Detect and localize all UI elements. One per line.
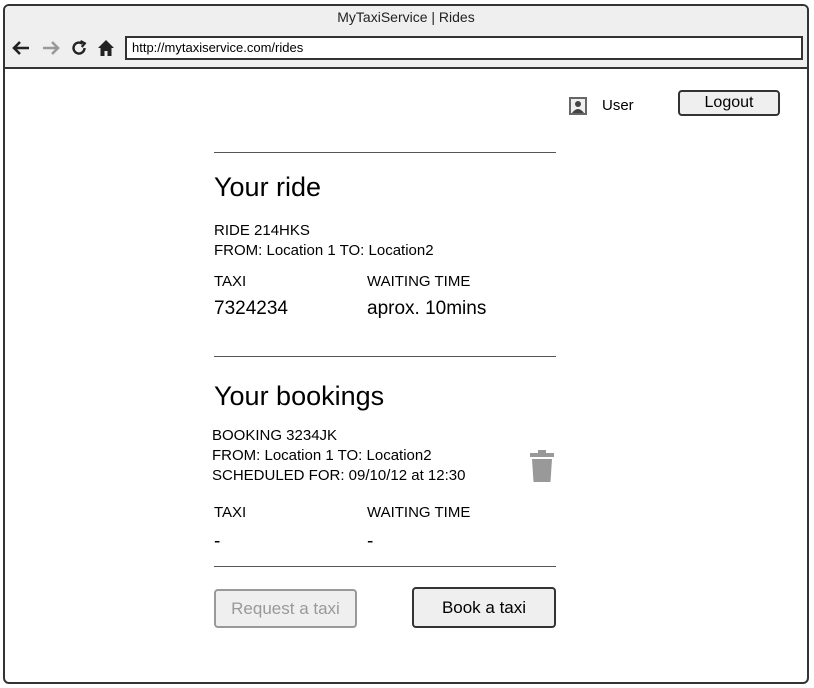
back-arrow-icon[interactable] xyxy=(11,38,31,58)
logout-button[interactable]: Logout xyxy=(678,90,780,116)
booking-scheduled: SCHEDULED FOR: 09/10/12 at 12:30 xyxy=(212,467,466,484)
ride-waiting-label: WAITING TIME xyxy=(367,273,471,290)
ride-code: RIDE 214HKS xyxy=(214,222,310,239)
booking-waiting-value: - xyxy=(367,531,374,552)
ride-waiting-value: aprox. 10mins xyxy=(367,298,487,319)
request-taxi-button[interactable]: Request a taxi xyxy=(214,589,357,628)
booking-taxi-label: TAXI xyxy=(214,504,247,521)
browser-chrome: MyTaxiService | Rides http://mytaxiservi… xyxy=(5,6,807,69)
divider xyxy=(214,356,556,357)
booking-code: BOOKING 3234JK xyxy=(212,427,338,444)
ride-taxi-value: 7324234 xyxy=(214,298,288,319)
page-content: User Logout Your ride RIDE 214HKS FROM: … xyxy=(5,69,807,682)
booking-route: FROM: Location 1 TO: Location2 xyxy=(212,447,432,464)
home-icon[interactable] xyxy=(96,38,116,58)
trash-icon[interactable] xyxy=(529,449,555,483)
user-label[interactable]: User xyxy=(602,97,634,114)
divider xyxy=(214,566,556,567)
reload-icon[interactable] xyxy=(69,38,89,58)
ride-heading: Your ride xyxy=(214,172,322,202)
url-input[interactable]: http://mytaxiservice.com/rides xyxy=(125,36,803,60)
window-title: MyTaxiService | Rides xyxy=(337,9,475,25)
booking-waiting-label: WAITING TIME xyxy=(367,504,471,521)
user-icon xyxy=(569,97,587,115)
book-taxi-button[interactable]: Book a taxi xyxy=(412,587,556,628)
booking-taxi-value: - xyxy=(214,531,221,552)
ride-taxi-label: TAXI xyxy=(214,273,247,290)
ride-route: FROM: Location 1 TO: Location2 xyxy=(214,242,434,259)
bookings-heading: Your bookings xyxy=(214,381,385,411)
browser-window: MyTaxiService | Rides http://mytaxiservi… xyxy=(3,4,809,684)
divider xyxy=(214,152,556,153)
forward-arrow-icon[interactable] xyxy=(41,38,61,58)
